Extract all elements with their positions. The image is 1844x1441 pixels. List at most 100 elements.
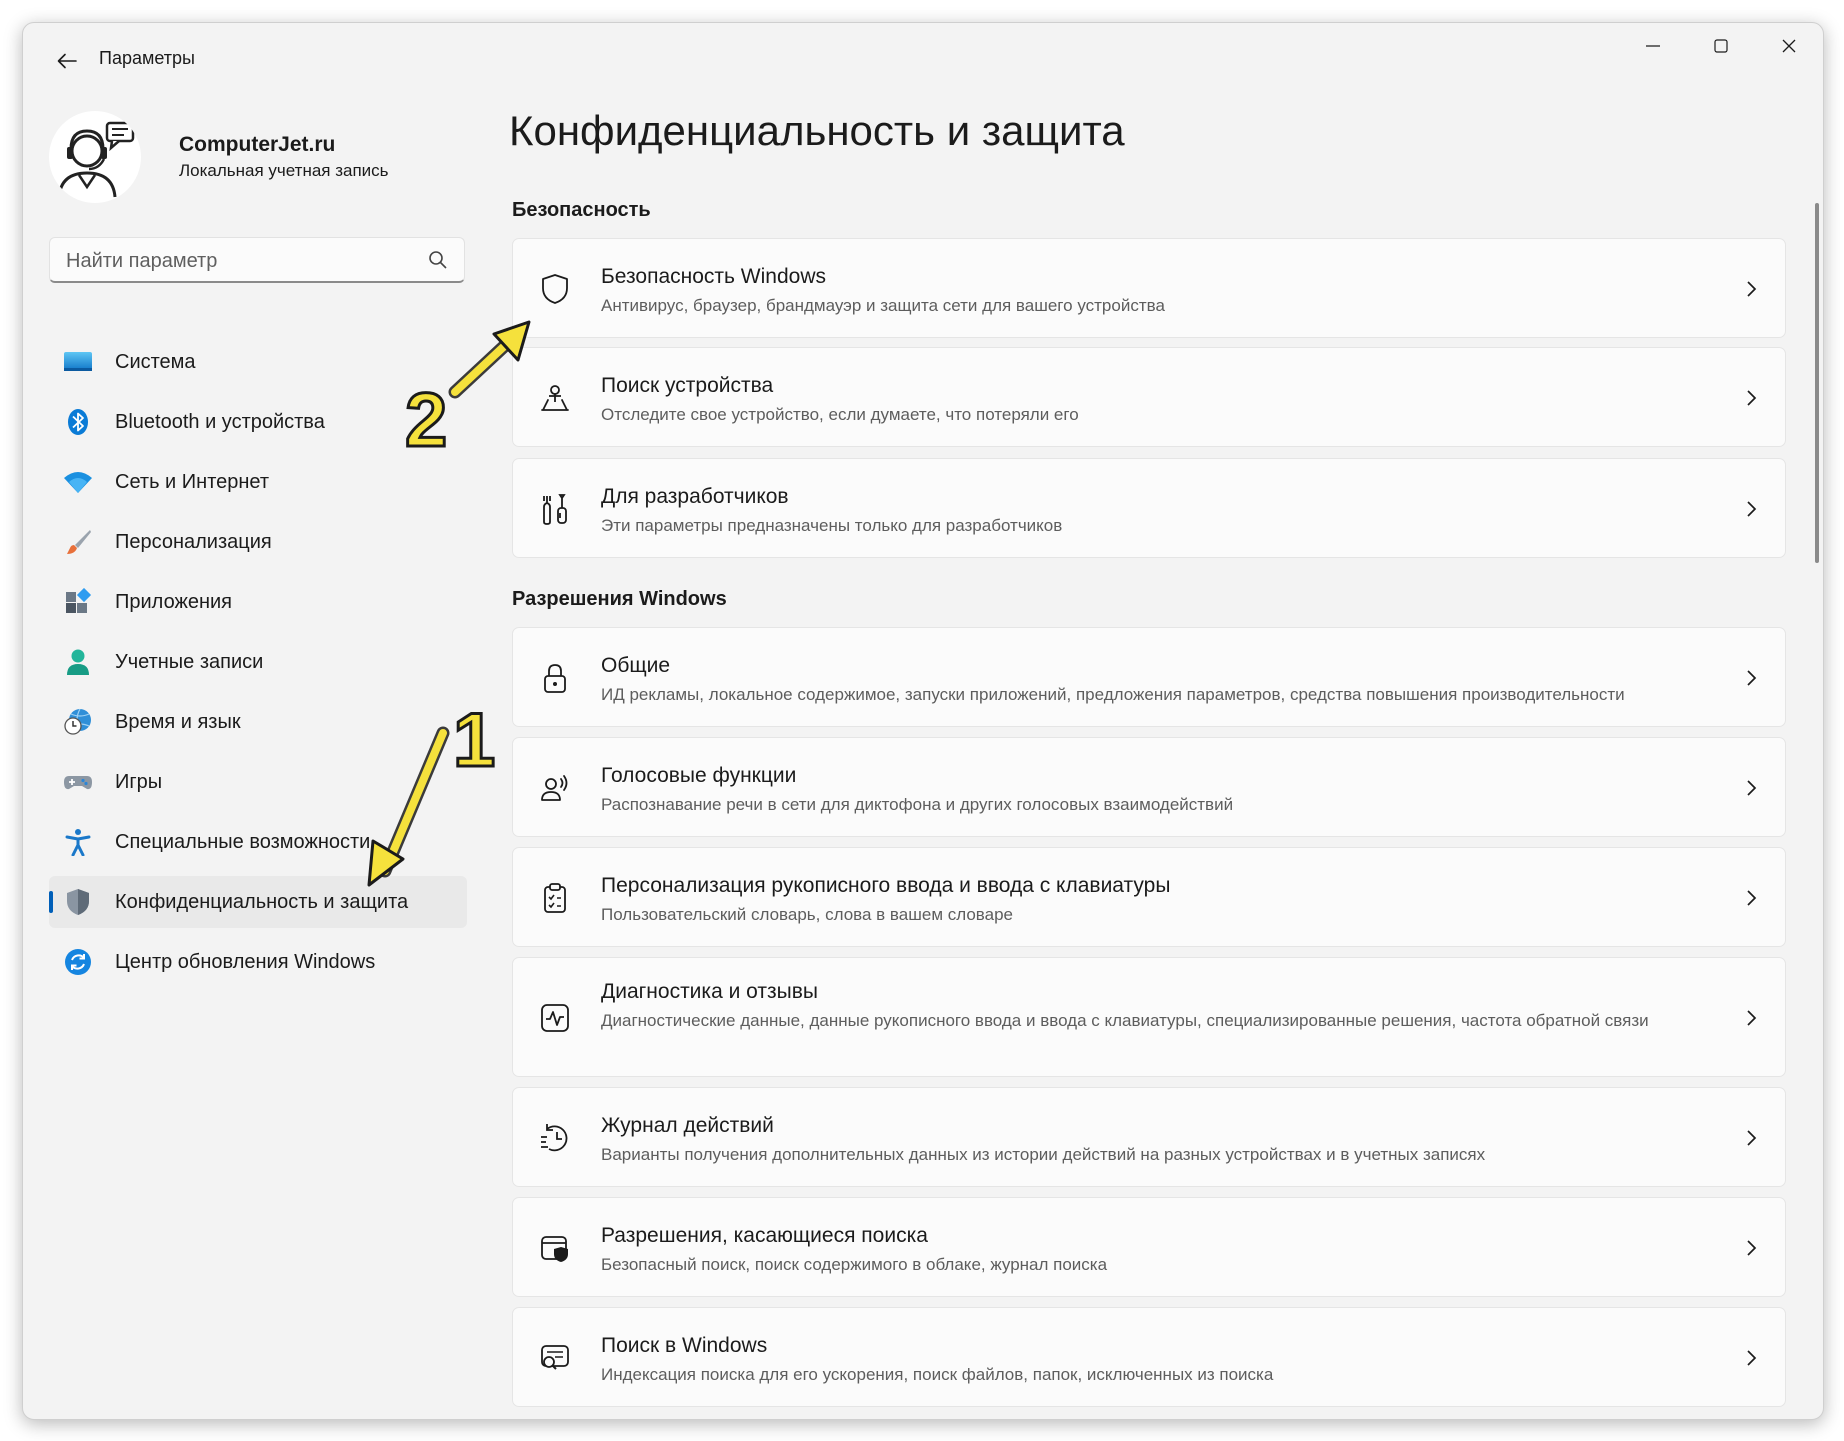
brush-icon	[67, 530, 91, 554]
card-searching-windows[interactable]: Поиск в Windows Индексация поиска для ег…	[512, 1307, 1786, 1407]
maximize-button[interactable]	[1687, 23, 1755, 69]
chevron-right-icon	[1747, 1240, 1757, 1256]
wifi-icon	[64, 472, 92, 493]
card-description: Диагностические данные, данные рукописно…	[601, 1011, 1649, 1030]
search-input[interactable]	[64, 246, 408, 276]
close-button[interactable]	[1755, 23, 1823, 69]
page-title: Конфиденциальность и защита	[509, 107, 1125, 154]
sidebar-item-label: Персонализация	[115, 530, 272, 553]
back-button[interactable]	[47, 43, 87, 79]
annotation-arrow-2	[448, 320, 531, 399]
sidebar-item-label: Специальные возможности	[115, 830, 371, 853]
chevron-right-icon	[1747, 890, 1757, 906]
close-icon	[1782, 39, 1796, 53]
sidebar-item-label: Система	[115, 350, 196, 373]
sidebar-item-apps[interactable]: Приложения	[49, 576, 467, 628]
user-profile[interactable]: ComputerJet.ru Локальная учетная запись	[49, 107, 489, 207]
chevron-right-icon	[1747, 1010, 1757, 1026]
scrollbar[interactable]	[1815, 203, 1819, 563]
search-box[interactable]	[49, 237, 465, 283]
card-for-developers[interactable]: Для разработчиков Эти параметры предназн…	[512, 458, 1786, 558]
search-icon[interactable]	[428, 250, 448, 270]
sidebar-item-label: Время и язык	[115, 710, 241, 733]
person-icon	[67, 649, 89, 675]
sidebar-item-label: Приложения	[115, 590, 233, 613]
back-arrow-icon	[57, 53, 77, 69]
card-windows-security[interactable]: Безопасность Windows Антивирус, браузер,…	[512, 238, 1786, 338]
annotation-marker-2: 2	[403, 378, 448, 463]
gamepad-icon	[64, 776, 92, 790]
window-controls	[1619, 23, 1823, 69]
card-title: Поиск устройства	[601, 374, 774, 397]
card-description: Индексация поиска для его ускорения, пои…	[601, 1365, 1274, 1384]
search-window-icon	[541, 1345, 569, 1370]
person-pin-icon	[541, 385, 569, 411]
section-title-windows-permissions: Разрешения Windows	[512, 588, 727, 610]
chevron-right-icon	[1747, 670, 1757, 686]
chevron-right-icon	[1747, 281, 1757, 297]
apps-icon	[66, 588, 92, 613]
card-title: Общие	[601, 654, 671, 677]
profile-account-type: Локальная учетная запись	[179, 161, 389, 180]
speech-icon	[541, 775, 568, 801]
minimize-icon	[1646, 45, 1660, 47]
sidebar-item-label: Учетные записи	[115, 650, 264, 673]
profile-name: ComputerJet.ru	[179, 133, 336, 156]
card-diagnostics-feedback[interactable]: Диагностика и отзывы Диагностические дан…	[512, 957, 1786, 1077]
card-title: Журнал действий	[601, 1114, 774, 1137]
shield-icon	[67, 889, 89, 915]
accessibility-icon	[65, 829, 91, 856]
card-description: Пользовательский словарь, слова в вашем …	[601, 905, 1013, 924]
card-title: Голосовые функции	[601, 764, 797, 787]
sidebar-item-network[interactable]: Сеть и Интернет	[49, 456, 467, 508]
search-shield-icon	[541, 1236, 568, 1262]
sidebar-item-label: Bluetooth и устройства	[115, 410, 325, 433]
bluetooth-icon	[68, 409, 88, 435]
sidebar-item-personalization[interactable]: Персонализация	[49, 516, 467, 568]
shield-outline-icon	[542, 274, 568, 304]
card-find-my-device[interactable]: Поиск устройства Отследите свое устройст…	[512, 347, 1786, 447]
card-search-permissions[interactable]: Разрешения, касающиеся поиска Безопасный…	[512, 1197, 1786, 1297]
annotation-marker-1: 1	[451, 698, 496, 783]
minimize-button[interactable]	[1619, 23, 1687, 69]
card-title: Персонализация рукописного ввода и ввода…	[601, 874, 1171, 897]
card-description: ИД рекламы, локальное содержимое, запуск…	[601, 685, 1625, 704]
clock-globe-icon	[64, 708, 91, 735]
card-description: Распознавание речи в сети для диктофона …	[601, 795, 1234, 814]
card-title: Диагностика и отзывы	[601, 980, 818, 1003]
monitor-icon	[64, 352, 92, 371]
card-inking-typing[interactable]: Персонализация рукописного ввода и ввода…	[512, 847, 1786, 947]
card-title: Для разработчиков	[601, 485, 789, 508]
chevron-right-icon	[1747, 501, 1757, 517]
maximize-icon	[1714, 39, 1728, 53]
card-general[interactable]: Общие ИД рекламы, локальное содержимое, …	[512, 627, 1786, 727]
sidebar-item-label: Сеть и Интернет	[115, 470, 270, 493]
user-support-avatar-icon	[57, 121, 135, 198]
card-description: Варианты получения дополнительных данных…	[601, 1145, 1486, 1164]
chevron-right-icon	[1747, 1130, 1757, 1146]
window-title: Параметры	[99, 48, 195, 68]
card-activity-history[interactable]: Журнал действий Варианты получения допол…	[512, 1087, 1786, 1187]
sidebar-item-label: Центр обновления Windows	[115, 950, 376, 973]
clipboard-checklist-icon	[544, 883, 566, 913]
card-speech[interactable]: Голосовые функции Распознавание речи в с…	[512, 737, 1786, 837]
tools-icon	[543, 494, 567, 525]
card-title: Поиск в Windows	[601, 1334, 768, 1357]
settings-window: Параметры ComputerJet.ru Локальная учетн…	[22, 22, 1824, 1420]
card-title: Безопасность Windows	[601, 265, 826, 288]
card-description: Безопасный поиск, поиск содержимого в об…	[601, 1255, 1108, 1274]
title-bar: Параметры	[23, 23, 1823, 93]
card-title: Разрешения, касающиеся поиска	[601, 1224, 928, 1247]
avatar	[49, 111, 141, 203]
card-description: Эти параметры предназначены только для р…	[601, 516, 1063, 535]
section-title-security: Безопасность	[512, 199, 651, 221]
sidebar-item-windows-update[interactable]: Центр обновления Windows	[49, 936, 467, 988]
pulse-icon	[541, 1004, 569, 1032]
chevron-right-icon	[1747, 390, 1757, 406]
lock-icon	[544, 664, 566, 693]
card-description: Отследите свое устройство, если думаете,…	[601, 405, 1079, 424]
sidebar-item-label: Игры	[115, 770, 163, 793]
chevron-right-icon	[1747, 780, 1757, 796]
card-description: Антивирус, браузер, брандмауэр и защита …	[601, 296, 1165, 315]
update-icon	[65, 949, 91, 975]
